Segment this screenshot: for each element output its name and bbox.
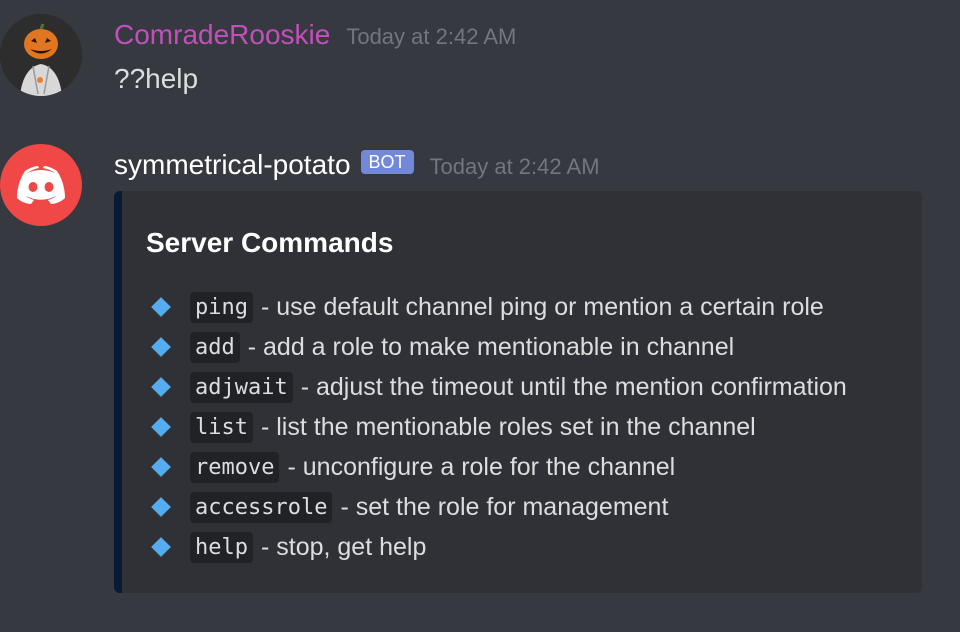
command-code: add (190, 331, 240, 363)
timestamp: Today at 2:42 AM (429, 154, 600, 179)
list-item: ping - use default channel ping or menti… (150, 287, 847, 327)
small-blue-diamond-icon (151, 417, 171, 437)
command-code: help (190, 531, 253, 563)
username[interactable]: ComradeRooskie (114, 16, 330, 54)
embed-title: Server Commands (146, 227, 394, 258)
command-description: - unconfigure a role for the channel (287, 452, 676, 481)
list-item: adjwait - adjust the timeout until the m… (150, 367, 847, 407)
user-avatar[interactable] (0, 14, 82, 96)
pumpkin-head-avatar-icon (0, 14, 82, 96)
command-code: adjwait (190, 371, 293, 403)
small-blue-diamond-icon (151, 337, 171, 357)
small-blue-diamond-icon (151, 457, 171, 477)
embed-color-bar (114, 191, 122, 593)
small-blue-diamond-icon (151, 297, 171, 317)
command-list: ping - use default channel ping or menti… (150, 287, 847, 567)
list-item: remove - unconfigure a role for the chan… (150, 447, 847, 487)
command-description: - list the mentionable roles set in the … (260, 412, 756, 441)
small-blue-diamond-icon (151, 377, 171, 397)
command-code: list (190, 411, 253, 443)
bot-badge: BOT (360, 150, 414, 174)
command-description: - set the role for management (340, 492, 669, 521)
command-description: - use default channel ping or mention a … (260, 292, 824, 321)
bot-avatar[interactable] (0, 144, 82, 226)
discord-logo-icon (17, 166, 65, 204)
command-code: ping (190, 291, 253, 323)
list-item: add - add a role to make mentionable in … (150, 327, 847, 367)
list-item: list - list the mentionable roles set in… (150, 407, 847, 447)
username[interactable]: symmetrical-potato (114, 146, 351, 184)
command-code: remove (190, 451, 280, 483)
list-item: accessrole - set the role for management (150, 487, 847, 527)
timestamp: Today at 2:42 AM (346, 24, 517, 49)
embed: Server Commands ping - use default chann… (114, 191, 922, 593)
small-blue-diamond-icon (151, 497, 171, 517)
command-description: - stop, get help (260, 532, 427, 561)
small-blue-diamond-icon (151, 537, 171, 557)
list-item: help - stop, get help (150, 527, 847, 567)
command-code: accessrole (190, 491, 333, 523)
command-description: - adjust the timeout until the mention c… (300, 372, 847, 401)
message-content: ??help (114, 63, 199, 94)
command-description: - add a role to make mentionable in chan… (247, 332, 735, 361)
